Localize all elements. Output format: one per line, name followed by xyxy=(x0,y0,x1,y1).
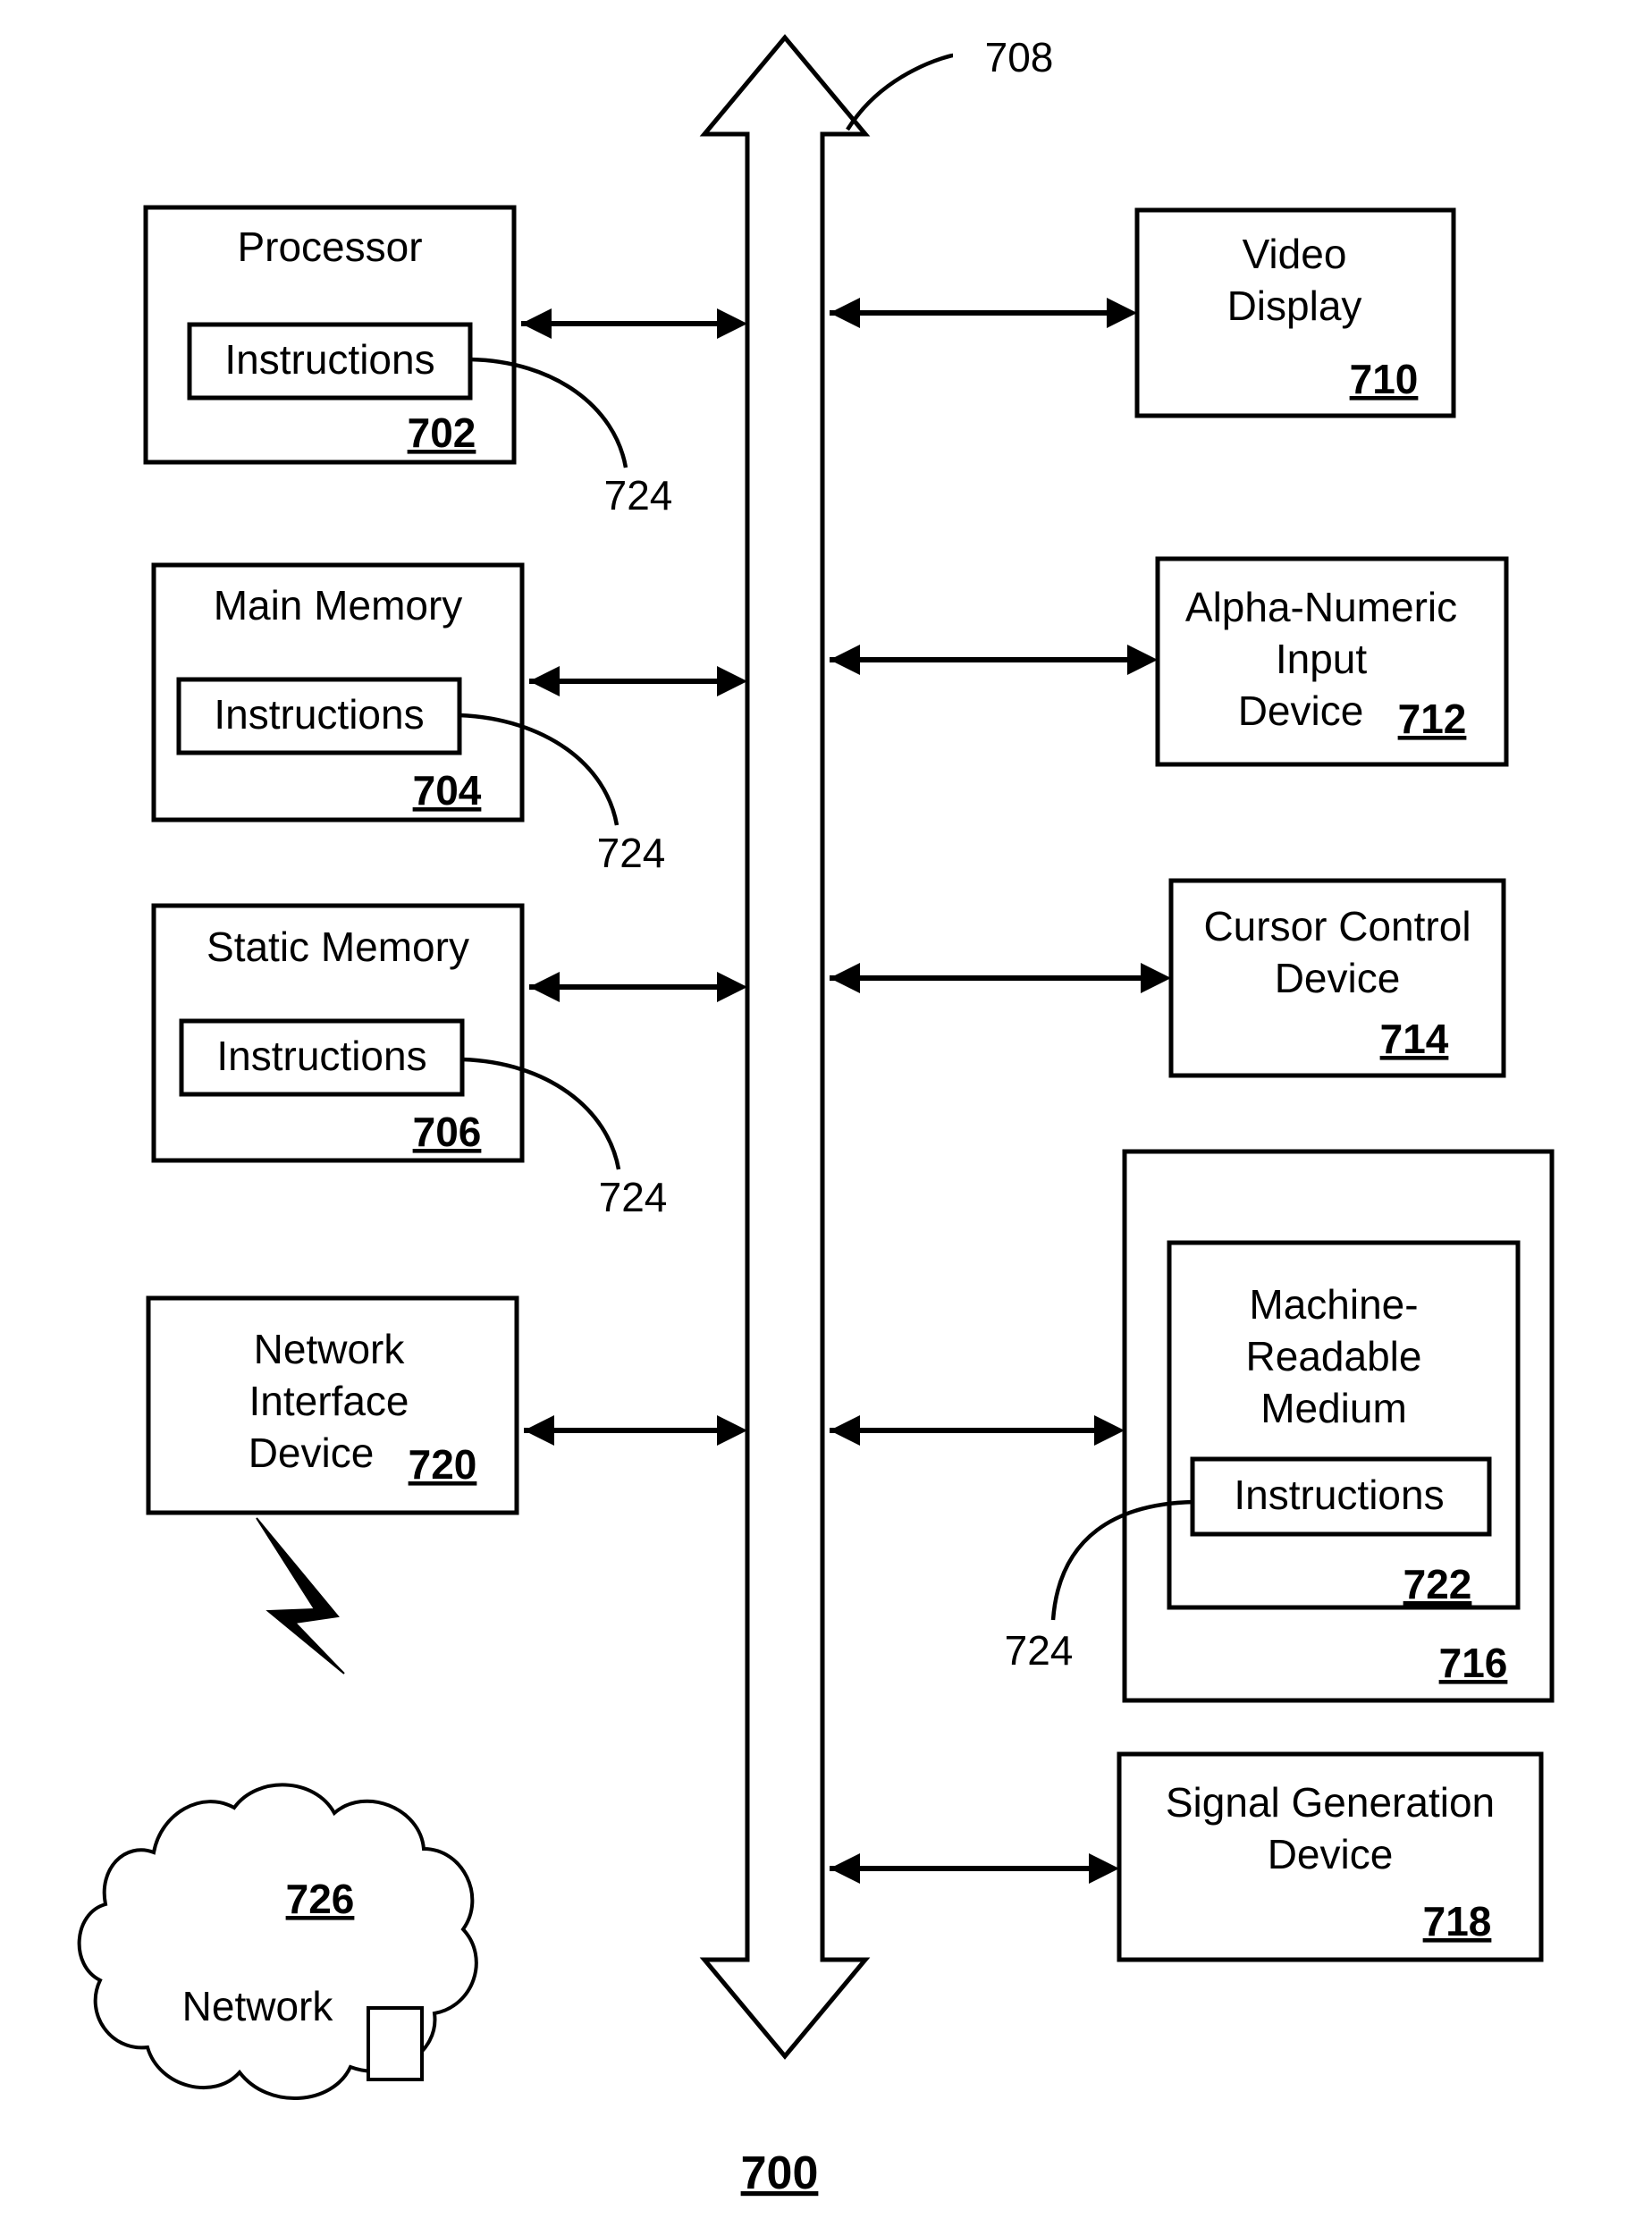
arrowhead-sgd-right xyxy=(1089,1853,1119,1884)
network-ref: 726 xyxy=(286,1876,355,1922)
bus-ref-leader: 708 xyxy=(846,34,1054,131)
arrowhead-anid-right xyxy=(1127,645,1158,675)
block-alpha-numeric-input-device[interactable]: Alpha-Numeric Input Device 712 xyxy=(1155,556,1509,767)
block-processor[interactable]: Processor Instructions 702 xyxy=(143,205,517,465)
signal-generation-device-label-line1: Signal Generation xyxy=(1166,1779,1495,1826)
video-display-label-line2: Display xyxy=(1227,283,1362,329)
network-interface-device-ref: 720 xyxy=(409,1441,477,1488)
arrowhead-static-memory-left xyxy=(529,972,560,1002)
static-memory-ref: 706 xyxy=(413,1109,482,1155)
arrowhead-video-display-right xyxy=(1107,298,1137,328)
processor-leader-label: 724 xyxy=(604,472,673,519)
bus-left-shaft xyxy=(699,34,871,2060)
arrowhead-nid-left xyxy=(524,1415,554,1446)
arrowhead-sgd-left xyxy=(830,1853,860,1884)
static-memory-instructions-label: Instructions xyxy=(216,1033,426,1079)
signal-generation-device-ref: 718 xyxy=(1423,1898,1492,1944)
main-memory-instructions-label: Instructions xyxy=(214,691,424,738)
cursor-control-device-ref: 714 xyxy=(1380,1016,1449,1062)
bus-ref-label: 708 xyxy=(985,34,1054,80)
network-cloud[interactable]: 726 Network xyxy=(77,1783,478,2100)
arrowhead-processor-right xyxy=(717,308,747,339)
alpha-numeric-input-device-label-line1: Alpha-Numeric xyxy=(1185,584,1457,630)
arrowhead-anid-left xyxy=(830,645,860,675)
block-static-memory[interactable]: Static Memory Instructions 706 xyxy=(151,903,525,1163)
block-signal-generation-device[interactable]: Signal Generation Device 718 xyxy=(1117,1751,1544,1962)
network-interface-device-label-line3: Device xyxy=(249,1430,375,1476)
arrowhead-main-memory-right xyxy=(717,666,747,696)
lightning-bolt-shape xyxy=(256,1517,345,1674)
main-memory-label: Main Memory xyxy=(214,582,463,628)
arrowhead-video-display-left xyxy=(830,298,860,328)
connectors-right xyxy=(830,298,1171,1884)
arrowhead-ccd-right xyxy=(1141,963,1171,993)
block-cursor-control-device[interactable]: Cursor Control Device 714 xyxy=(1168,878,1506,1078)
arrowhead-processor-left xyxy=(521,308,552,339)
network-lightning-bolt xyxy=(256,1517,345,1674)
block-network-interface-device[interactable]: Network Interface Device 720 xyxy=(146,1295,519,1515)
system-bus xyxy=(699,34,871,2060)
machine-readable-medium-outer-ref: 716 xyxy=(1439,1640,1508,1686)
signal-generation-device-label-line2: Device xyxy=(1268,1831,1394,1877)
arrowhead-mrm-right xyxy=(1094,1415,1125,1446)
processor-label: Processor xyxy=(237,224,422,270)
cursor-control-device-label-line1: Cursor Control xyxy=(1203,903,1471,949)
main-memory-leader-label: 724 xyxy=(597,830,666,876)
machine-readable-medium-label-line2: Readable xyxy=(1246,1333,1422,1379)
processor-instructions-label: Instructions xyxy=(224,336,434,383)
block-machine-readable-medium[interactable]: Machine- Readable Medium Instructions 72… xyxy=(1122,1149,1555,1703)
machine-readable-medium-label-line3: Medium xyxy=(1260,1385,1407,1431)
machine-readable-medium-label-line1: Machine- xyxy=(1249,1281,1418,1328)
processor-ref: 702 xyxy=(408,409,476,456)
video-display-label-line1: Video xyxy=(1243,231,1347,277)
network-interface-device-label-line1: Network xyxy=(254,1326,406,1372)
network-node-box xyxy=(367,2006,424,2081)
alpha-numeric-input-device-label-line3: Device xyxy=(1238,688,1364,734)
alpha-numeric-input-device-label-line2: Input xyxy=(1276,636,1368,682)
block-video-display[interactable]: Video Display 710 xyxy=(1134,207,1456,418)
figure-number: 700 xyxy=(741,2147,819,2199)
static-memory-leader-label: 724 xyxy=(599,1174,668,1220)
main-memory-ref: 704 xyxy=(413,767,482,814)
network-label: Network xyxy=(182,1983,334,2029)
alpha-numeric-input-device-ref: 712 xyxy=(1398,696,1467,742)
video-display-ref: 710 xyxy=(1350,356,1419,402)
patent-figure: 708 Processor Instructions 702 724 Main … xyxy=(0,0,1652,2227)
machine-readable-medium-instructions-label: Instructions xyxy=(1234,1472,1444,1518)
static-memory-label: Static Memory xyxy=(206,924,469,970)
machine-readable-medium-leader-label: 724 xyxy=(1005,1627,1074,1674)
arrowhead-main-memory-left xyxy=(529,666,560,696)
system-architecture-diagram: 708 Processor Instructions 702 724 Main … xyxy=(77,34,1555,2199)
cursor-control-device-label-line2: Device xyxy=(1275,955,1401,1001)
arrowhead-mrm-left xyxy=(830,1415,860,1446)
network-interface-device-label-line2: Interface xyxy=(249,1378,409,1424)
arrowhead-static-memory-right xyxy=(717,972,747,1002)
arrowhead-ccd-left xyxy=(830,963,860,993)
block-main-memory[interactable]: Main Memory Instructions 704 xyxy=(151,562,525,822)
machine-readable-medium-inner-ref: 722 xyxy=(1403,1561,1472,1607)
arrowhead-nid-right xyxy=(717,1415,747,1446)
